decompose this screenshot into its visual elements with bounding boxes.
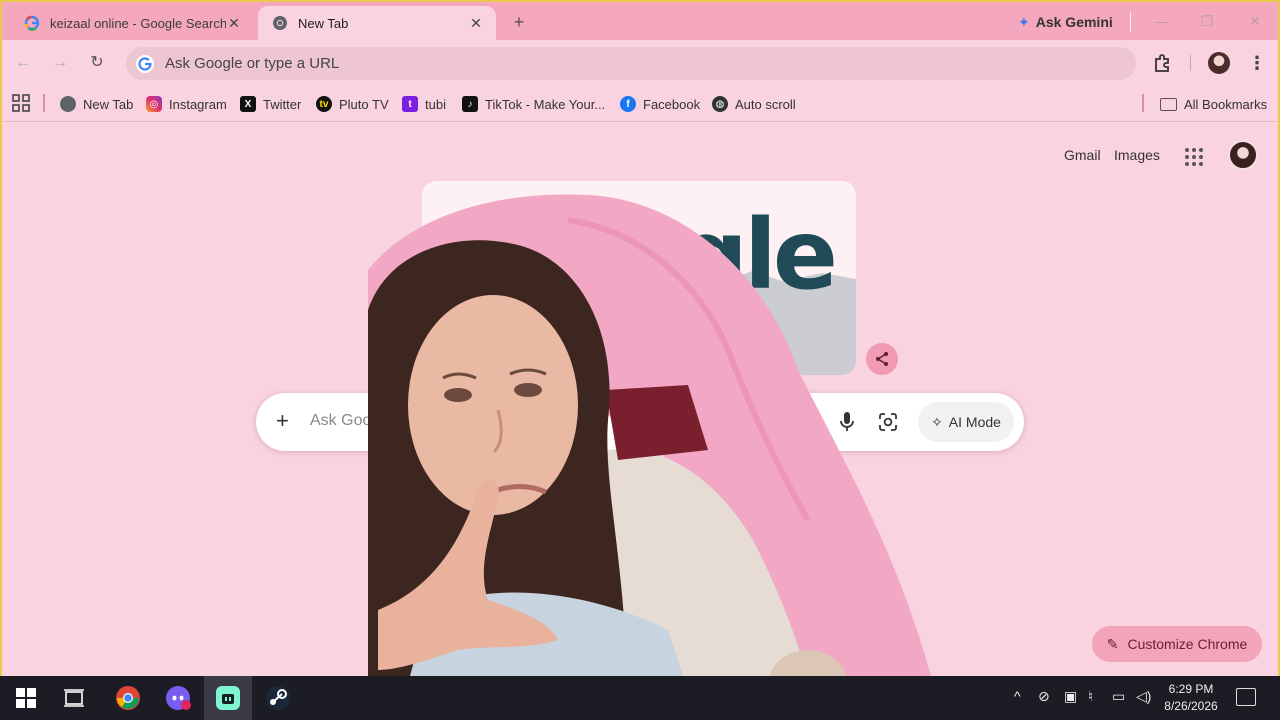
volume-icon[interactable]: ◁) (1136, 688, 1151, 705)
google-g-icon (135, 54, 155, 74)
tiktok-icon: ♪ (462, 96, 478, 112)
chrome-icon (272, 15, 288, 31)
bookmarks-bar: New Tab ◎ Instagram X Twitter tv Pluto T… (2, 86, 1278, 122)
steam-taskbar-icon[interactable] (264, 684, 292, 712)
bookmarks-divider (43, 94, 45, 112)
minimize-button[interactable]: — (1146, 8, 1176, 34)
clock-time: 6:29 PM (1168, 682, 1214, 696)
bookmark-label: Twitter (263, 96, 302, 112)
bookmark-label: Pluto TV (339, 96, 389, 112)
tabstrip-divider (1130, 12, 1131, 32)
gmail-link[interactable]: Gmail (1064, 147, 1101, 163)
new-tab-button[interactable]: + (508, 11, 530, 33)
bookmark-label: Facebook (643, 96, 701, 112)
network-icon[interactable]: ▭ (1112, 688, 1125, 705)
facebook-icon: f (620, 96, 636, 112)
tubi-icon: t (402, 96, 418, 112)
system-clock[interactable]: 6:29 PM 8/26/2026 (1158, 681, 1224, 715)
bookmark-label: New Tab (83, 96, 134, 112)
add-attachment-button[interactable]: + (276, 410, 289, 432)
bookmark-facebook[interactable]: f Facebook (620, 93, 700, 115)
discord-taskbar-icon[interactable] (164, 684, 192, 712)
toolbar-divider (1190, 55, 1191, 71)
bookmark-label: Instagram (169, 96, 227, 112)
bookmark-tubi[interactable]: t tubi (402, 93, 446, 115)
back-button[interactable]: ← (12, 52, 34, 74)
google-g-icon (24, 15, 40, 31)
x-icon: X (240, 96, 256, 112)
notification-center-icon[interactable] (1236, 688, 1256, 706)
ask-gemini-button[interactable]: ✦ Ask Gemini (1018, 10, 1113, 34)
ai-mode-label: AI Mode (948, 414, 1001, 430)
images-link[interactable]: Images (1114, 147, 1160, 163)
close-icon[interactable]: ✕ (226, 15, 242, 31)
window-close-button[interactable]: ✕ (1240, 8, 1270, 34)
restore-button[interactable]: ❐ (1192, 8, 1222, 34)
meet-now-icon[interactable]: ▣ (1064, 688, 1077, 705)
search-placeholder: Ask Goo (310, 412, 372, 429)
bookmark-twitter[interactable]: X Twitter (240, 93, 301, 115)
close-icon[interactable]: ✕ (468, 15, 484, 31)
tab-title: New Tab (298, 15, 349, 31)
tab-strip: keizaal online - Google Search ✕ New Tab… (2, 2, 1278, 40)
customize-chrome-button[interactable]: ✎ Customize Chrome (1092, 626, 1262, 662)
reload-button[interactable]: ↻ (86, 52, 108, 74)
bookmark-tiktok[interactable]: ♪ TikTok - Make Your... (462, 93, 605, 115)
tab-google-search[interactable]: keizaal online - Google Search ✕ (10, 6, 254, 40)
show-hidden-icons-chevron[interactable]: ^ (1014, 688, 1021, 704)
bookmark-instagram[interactable]: ◎ Instagram (146, 93, 227, 115)
chrome-icon (60, 96, 76, 112)
task-view-icon[interactable] (60, 684, 88, 712)
bookmark-label: Auto scroll (735, 96, 796, 112)
streamlabs-taskbar-icon[interactable] (214, 684, 242, 712)
instagram-icon: ◎ (146, 96, 162, 112)
profile-avatar[interactable] (1208, 52, 1230, 74)
address-bar-placeholder: Ask Google or type a URL (165, 55, 340, 72)
address-bar[interactable]: Ask Google or type a URL (126, 47, 1136, 80)
bookmark-pluto-tv[interactable]: tv Pluto TV (316, 93, 389, 115)
ask-gemini-label: Ask Gemini (1035, 14, 1113, 30)
all-bookmarks-button[interactable]: All Bookmarks (1160, 93, 1267, 115)
gemini-spark-icon: ✦ (1018, 13, 1030, 30)
bookmark-label: tubi (425, 96, 446, 112)
tab-new-tab[interactable]: New Tab ✕ (258, 6, 496, 40)
pencil-icon: ✎ (1106, 635, 1119, 652)
chrome-taskbar-icon[interactable] (114, 684, 142, 712)
tab-title: keizaal online - Google Search (50, 15, 226, 31)
windows-taskbar: ^ ⊘ ▣ ♮ ▭ ◁) 6:29 PM 8/26/2026 (0, 676, 1280, 720)
globe-icon: ◍ (712, 96, 728, 112)
customize-chrome-label: Customize Chrome (1127, 636, 1248, 652)
google-apps-icon[interactable] (1184, 147, 1204, 167)
extensions-puzzle-icon[interactable] (1152, 52, 1174, 74)
apps-grid-icon[interactable] (12, 94, 30, 112)
camera-off-icon[interactable]: ⊘ (1038, 688, 1050, 705)
bookmark-auto-scroll[interactable]: ◍ Auto scroll (712, 93, 796, 115)
bookmark-label: TikTok - Make Your... (485, 96, 606, 112)
bookmark-new-tab[interactable]: New Tab (60, 93, 133, 115)
forward-button[interactable]: → (49, 52, 71, 74)
windows-start-icon[interactable] (12, 684, 40, 712)
bookmarks-divider (1142, 94, 1144, 112)
chrome-menu-button[interactable]: ⋮ (1246, 52, 1268, 74)
account-avatar[interactable] (1228, 140, 1258, 170)
clock-date: 8/26/2026 (1164, 699, 1218, 713)
all-bookmarks-label: All Bookmarks (1184, 96, 1268, 112)
folder-icon (1160, 97, 1177, 111)
pluto-tv-icon: tv (316, 96, 332, 112)
microphone-tray-icon[interactable]: ♮ (1088, 688, 1093, 705)
browser-toolbar: ← → ↻ Ask Google or type a URL ⋮ (2, 40, 1278, 86)
webcam-overlay-person (368, 194, 942, 720)
